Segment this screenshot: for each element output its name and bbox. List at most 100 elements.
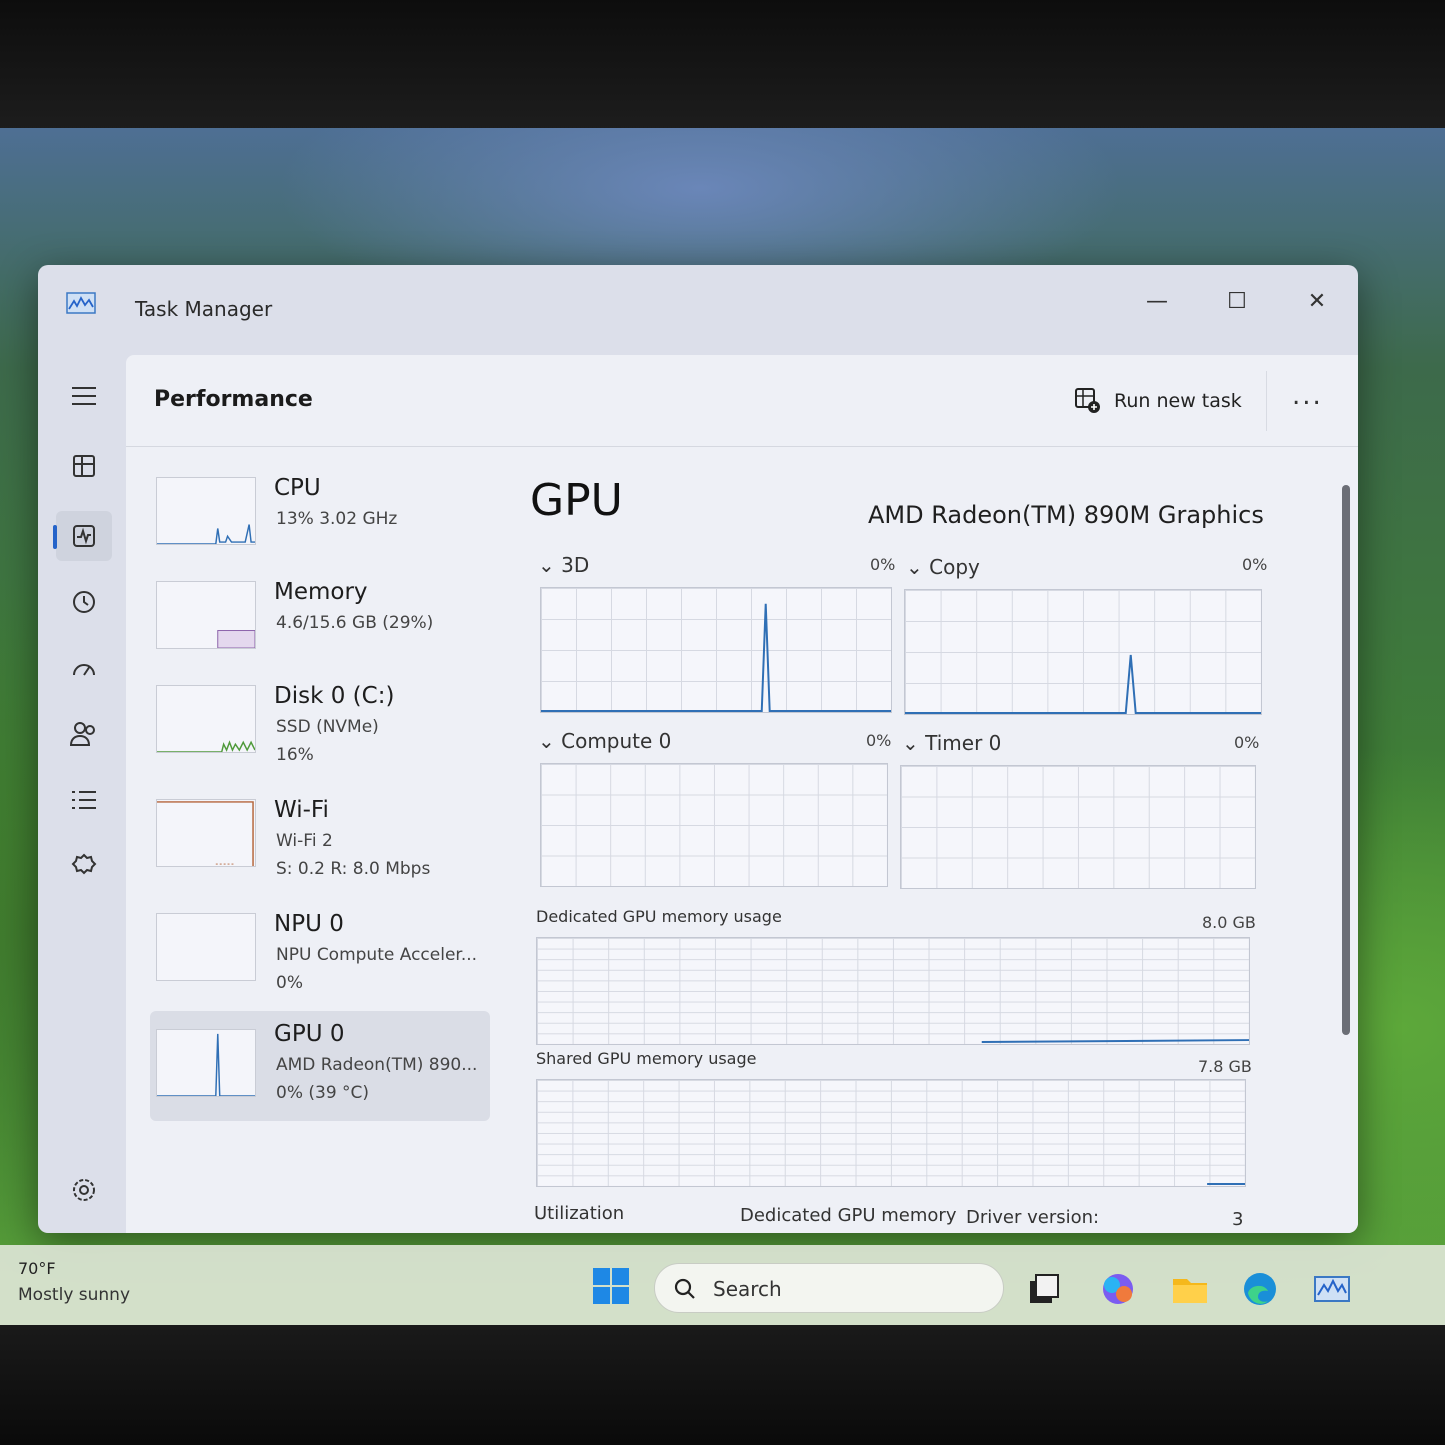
services-gear-icon bbox=[71, 853, 97, 875]
screen-bezel-bottom bbox=[0, 1325, 1445, 1445]
device-gpu[interactable]: GPU 0 AMD Radeon(TM) 890... 0% (39 °C) bbox=[150, 1011, 490, 1121]
device-detail: Wi-Fi 2 bbox=[276, 831, 333, 851]
scrollbar-thumb[interactable] bbox=[1342, 485, 1350, 1035]
shared-memory-max: 7.8 GB bbox=[1198, 1057, 1252, 1076]
users-icon bbox=[69, 722, 95, 746]
weather-description[interactable]: Mostly sunny bbox=[18, 1285, 130, 1305]
settings-icon bbox=[73, 1179, 95, 1201]
engine-label: Timer 0 bbox=[925, 731, 1002, 755]
weather-temperature[interactable]: 70°F bbox=[18, 1259, 56, 1278]
device-wifi[interactable]: Wi-Fi Wi-Fi 2 S: 0.2 R: 8.0 Mbps bbox=[150, 787, 490, 885]
device-name: Disk 0 (C:) bbox=[274, 683, 395, 709]
dedicated-memory-label: Dedicated GPU memory usage bbox=[536, 907, 782, 926]
nav-app-history[interactable] bbox=[56, 577, 112, 627]
device-name: Memory bbox=[274, 579, 368, 605]
memory-thumbnail-graph bbox=[156, 581, 256, 649]
edge-browser-icon[interactable] bbox=[1240, 1269, 1280, 1309]
more-options-button[interactable]: ... bbox=[1292, 381, 1323, 411]
utilization-label: Utilization bbox=[534, 1203, 625, 1224]
task-manager-taskbar-icon[interactable] bbox=[1312, 1269, 1352, 1309]
engine-percent: 0% bbox=[870, 555, 896, 574]
device-memory[interactable]: Memory 4.6/15.6 GB (29%) bbox=[150, 569, 490, 667]
engine-label: Compute 0 bbox=[561, 729, 672, 753]
nav-details[interactable] bbox=[56, 775, 112, 825]
graph-compute bbox=[540, 763, 888, 887]
driver-version-value: 3 bbox=[1232, 1209, 1244, 1230]
content-header: Performance Run new task ... bbox=[126, 355, 1358, 447]
nav-users[interactable] bbox=[56, 709, 112, 759]
start-windows-icon[interactable] bbox=[592, 1267, 630, 1305]
run-new-task-button[interactable]: Run new task bbox=[1074, 387, 1242, 415]
dedicated-memory-graph bbox=[536, 937, 1250, 1045]
minimize-icon: — bbox=[1146, 288, 1168, 314]
gpu-model-name: AMD Radeon(TM) 890M Graphics bbox=[868, 501, 1264, 529]
copilot-icon[interactable] bbox=[1098, 1269, 1138, 1309]
navigation-rail bbox=[38, 355, 126, 1233]
dedicated-memory-stat-label: Dedicated GPU memory bbox=[740, 1205, 957, 1226]
graph-timer bbox=[900, 765, 1256, 889]
device-disk[interactable]: Disk 0 (C:) SSD (NVMe) 16% bbox=[150, 673, 490, 771]
list-icon bbox=[72, 791, 96, 809]
nav-settings[interactable] bbox=[56, 1165, 112, 1215]
device-detail-2: 16% bbox=[276, 745, 314, 765]
taskbar: 70°F Mostly sunny Search bbox=[0, 1245, 1445, 1327]
device-detail: 13% 3.02 GHz bbox=[276, 509, 398, 529]
run-task-icon bbox=[1075, 388, 1100, 413]
npu-thumbnail-graph bbox=[156, 913, 256, 981]
engine-selector-compute[interactable]: ⌄ Compute 0 bbox=[538, 729, 671, 753]
device-npu[interactable]: NPU 0 NPU Compute Acceler... 0% bbox=[150, 901, 490, 999]
performance-content: Performance Run new task ... CPU 13% 3.0… bbox=[126, 355, 1358, 1233]
nav-services[interactable] bbox=[56, 841, 112, 891]
engine-label: Copy bbox=[929, 555, 980, 579]
gpu-heading: GPU bbox=[530, 475, 623, 526]
engine-percent: 0% bbox=[1242, 555, 1268, 574]
nav-startup-apps[interactable] bbox=[56, 643, 112, 693]
device-name: NPU 0 bbox=[274, 911, 344, 937]
hamburger-menu-button[interactable] bbox=[56, 371, 112, 421]
cpu-thumbnail-graph bbox=[156, 477, 256, 545]
performance-icon bbox=[73, 525, 95, 547]
close-icon: ✕ bbox=[1307, 288, 1327, 314]
driver-version-label: Driver version: bbox=[966, 1207, 1100, 1228]
wifi-thumbnail-graph bbox=[156, 799, 256, 867]
device-detail: NPU Compute Acceler... bbox=[276, 945, 478, 965]
taskbar-search-box[interactable]: Search bbox=[654, 1263, 1004, 1313]
nav-processes[interactable] bbox=[56, 441, 112, 491]
search-icon bbox=[674, 1278, 695, 1299]
device-name: CPU bbox=[274, 475, 321, 501]
graph-copy bbox=[904, 589, 1262, 715]
engine-selector-3d[interactable]: ⌄ 3D bbox=[538, 553, 589, 577]
device-detail: AMD Radeon(TM) 890... bbox=[276, 1055, 478, 1075]
minimize-button[interactable]: — bbox=[1132, 283, 1182, 319]
task-view-icon[interactable] bbox=[1024, 1269, 1064, 1309]
title-bar[interactable]: Task Manager — ☐ ✕ bbox=[38, 265, 1358, 355]
close-button[interactable]: ✕ bbox=[1292, 283, 1342, 319]
shared-memory-graph bbox=[536, 1079, 1246, 1187]
device-detail-2: S: 0.2 R: 8.0 Mbps bbox=[276, 859, 431, 879]
maximize-button[interactable]: ☐ bbox=[1212, 283, 1262, 319]
history-icon bbox=[73, 591, 95, 613]
header-divider bbox=[1266, 371, 1267, 431]
maximize-icon: ☐ bbox=[1227, 288, 1247, 314]
hamburger-icon bbox=[72, 387, 96, 405]
device-cpu[interactable]: CPU 13% 3.02 GHz bbox=[150, 465, 490, 563]
disk-thumbnail-graph bbox=[156, 685, 256, 753]
task-manager-app-icon bbox=[66, 292, 96, 314]
file-explorer-icon[interactable] bbox=[1170, 1269, 1210, 1309]
device-detail-2: 0% bbox=[276, 973, 303, 993]
task-manager-window: Task Manager — ☐ ✕ Performance Run new t… bbox=[38, 265, 1358, 1233]
device-detail: SSD (NVMe) bbox=[276, 717, 379, 737]
window-title: Task Manager bbox=[135, 297, 273, 321]
search-placeholder: Search bbox=[713, 1277, 782, 1301]
engine-percent: 0% bbox=[866, 731, 892, 750]
processes-icon bbox=[73, 455, 95, 477]
graph-3d bbox=[540, 587, 892, 713]
device-detail-2: 0% (39 °C) bbox=[276, 1083, 370, 1103]
nav-performance[interactable] bbox=[53, 511, 112, 561]
gpu-thumbnail-graph bbox=[156, 1029, 256, 1097]
device-detail: 4.6/15.6 GB (29%) bbox=[276, 613, 434, 633]
page-title: Performance bbox=[154, 387, 313, 412]
engine-selector-timer[interactable]: ⌄ Timer 0 bbox=[902, 731, 1001, 755]
engine-selector-copy[interactable]: ⌄ Copy bbox=[906, 555, 980, 579]
screen-bezel-top bbox=[0, 0, 1445, 130]
